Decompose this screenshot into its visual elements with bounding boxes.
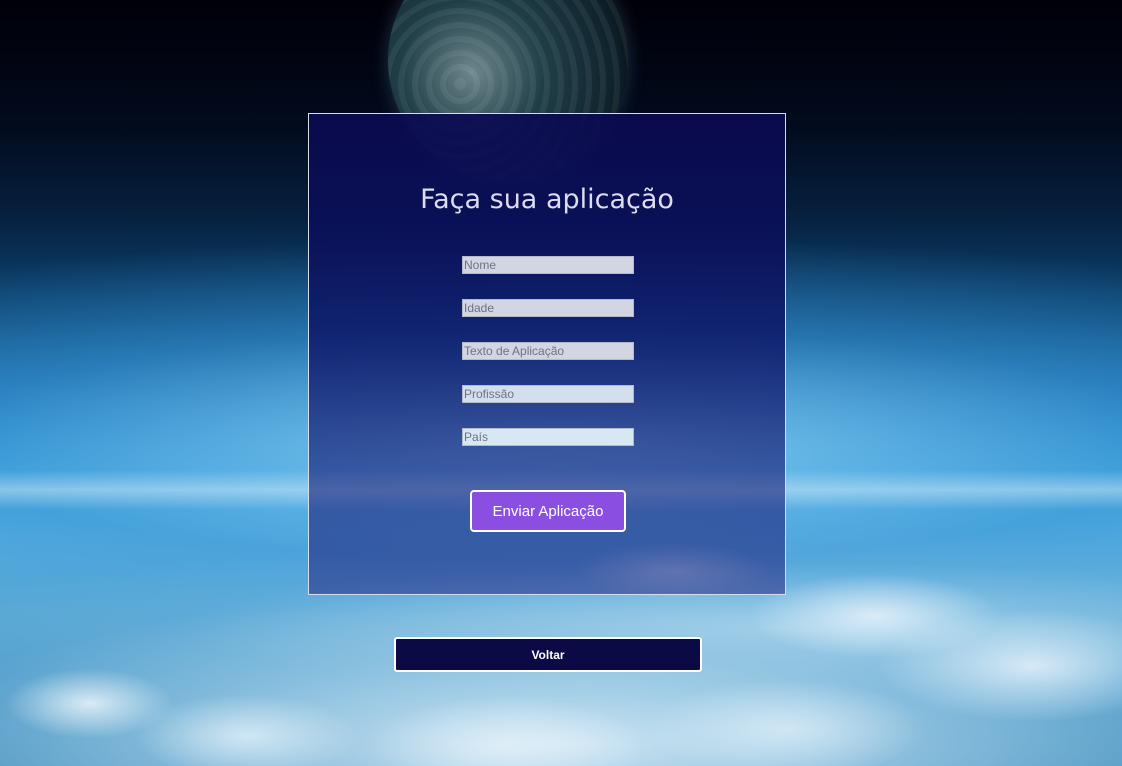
name-input[interactable] (462, 256, 634, 274)
submit-application-button[interactable]: Enviar Aplicação (470, 490, 626, 532)
form-title: Faça sua aplicação (420, 184, 674, 215)
application-text-input[interactable] (462, 342, 634, 360)
age-input[interactable] (462, 299, 634, 317)
profession-input[interactable] (462, 385, 634, 403)
back-button[interactable]: Voltar (394, 637, 702, 672)
country-input[interactable] (462, 428, 634, 446)
application-form-panel: Faça sua aplicação Enviar Aplicação (308, 113, 786, 595)
